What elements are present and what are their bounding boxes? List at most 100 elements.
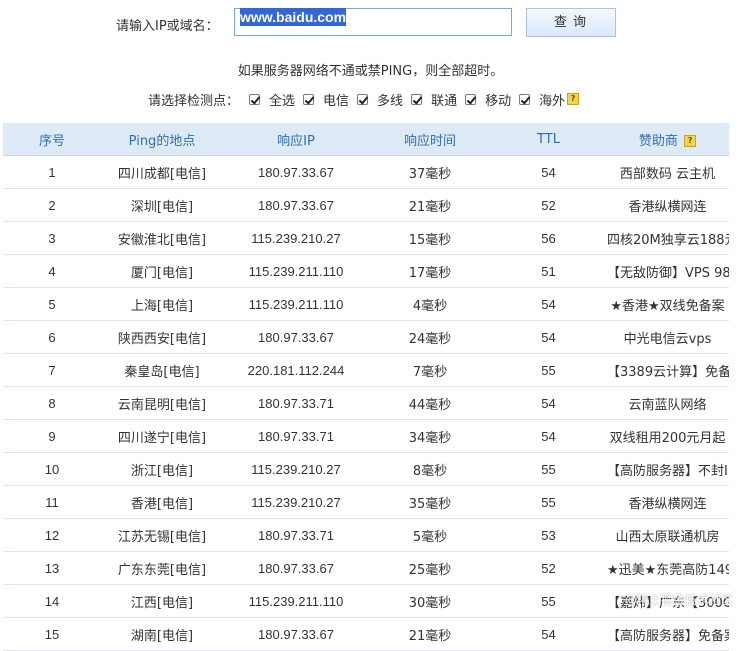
row-no: 8 [3, 386, 101, 420]
header-sponsor: 赞助商 ? [606, 123, 729, 156]
row-time: 4毫秒 [369, 287, 491, 321]
header-time: 响应时间 [369, 123, 491, 156]
node-option-overseas[interactable]: 海外 ? [519, 90, 580, 109]
header-sponsor-label: 赞助商 [638, 133, 678, 149]
row-ip: 220.181.112.244 [223, 353, 369, 387]
node-option-all[interactable]: 全选 [249, 90, 295, 109]
row-ip: 115.239.210.27 [223, 452, 369, 486]
row-ttl: 54 [491, 155, 606, 189]
ip-input-value: www.baidu.com [240, 8, 347, 26]
table-row: 14江西[电信]115.239.211.11030毫秒55【嘉炜】广东【300G… [3, 584, 729, 618]
row-ip: 180.97.33.71 [223, 518, 369, 552]
row-ttl: 55 [491, 485, 606, 519]
row-time: 15毫秒 [369, 221, 491, 255]
checkbox-checked-icon[interactable] [411, 93, 423, 105]
row-ttl: 51 [491, 254, 606, 288]
header-ip: 响应IP [223, 123, 369, 156]
row-location: 香港[电信] [101, 485, 223, 519]
row-sponsor-link[interactable]: ★迅美★东莞高防149 [606, 551, 729, 585]
row-time: 21毫秒 [369, 617, 491, 651]
row-ttl: 54 [491, 419, 606, 453]
help-icon[interactable]: ? [567, 93, 580, 105]
row-location: 江苏无锡[电信] [101, 518, 223, 552]
row-sponsor-link[interactable]: 香港纵横网连 [606, 485, 729, 519]
table-row: 6 陕西西安[电信] 180.97.33.67 24毫秒 54 中光电信云vps [3, 320, 729, 354]
row-sponsor-link[interactable]: 【高防服务器】免备案 [606, 617, 729, 651]
row-ip: 180.97.33.71 [223, 419, 369, 453]
row-sponsor-link[interactable]: 香港纵横网连 [606, 188, 729, 222]
row-sponsor-link[interactable]: 山西太原联通机房 [606, 518, 729, 552]
row-time: 35毫秒 [369, 485, 491, 519]
row-location: 浙江[电信] [101, 452, 223, 486]
row-no: 2 [3, 188, 101, 222]
query-button[interactable]: 查询 [526, 8, 616, 37]
row-ttl: 55 [491, 353, 606, 387]
row-sponsor-link[interactable]: ★香港★双线免备案 [606, 287, 729, 321]
header-no: 序号 [3, 123, 101, 156]
row-ttl: 52 [491, 551, 606, 585]
row-ip: 115.239.211.110 [223, 254, 369, 288]
row-ip: 180.97.33.67 [223, 551, 369, 585]
table-row: 11 香港[电信] 115.239.210.27 35毫秒 55 香港纵横网连 [3, 485, 729, 519]
row-ip: 115.239.210.27 [223, 221, 369, 255]
row-no: 13 [3, 551, 101, 585]
checkbox-checked-icon[interactable] [303, 93, 315, 105]
row-ttl: 56 [491, 221, 606, 255]
row-no: 1 [3, 155, 101, 189]
node-label-telecom: 电信 [323, 93, 350, 109]
node-option-multiline[interactable]: 多线 [357, 90, 403, 109]
table-row: 2 深圳[电信] 180.97.33.67 21毫秒 52 香港纵横网连 [3, 188, 729, 222]
row-time: 8毫秒 [369, 452, 491, 486]
notice-text: 如果服务器网络不通或禁PING，则全部超时。 [0, 60, 741, 79]
table-row: 4厦门[电信]115.239.211.11017毫秒51【无敌防御】VPS 98… [3, 254, 729, 288]
row-sponsor-link[interactable]: 云南蓝队网络 [606, 386, 729, 420]
row-no: 12 [3, 518, 101, 552]
row-ttl: 54 [491, 287, 606, 321]
row-location: 安徽淮北[电信] [101, 221, 223, 255]
nodes-label: 请选择检测点： [148, 93, 240, 109]
row-sponsor-link[interactable]: 【3389云计算】免备案 [606, 353, 729, 387]
row-no: 3 [3, 221, 101, 255]
row-ttl: 54 [491, 617, 606, 651]
row-ttl: 54 [491, 386, 606, 420]
row-sponsor-link[interactable]: 双线租用200元月起 [606, 419, 729, 453]
ip-input[interactable]: www.baidu.com [234, 8, 512, 36]
checkbox-checked-icon[interactable] [465, 93, 477, 105]
node-label-overseas: 海外 [539, 93, 566, 109]
help-icon[interactable]: ? [684, 135, 697, 147]
row-no: 7 [3, 353, 101, 387]
node-selector: 请选择检测点： 全选 电信 多线 联通 移动 海外 ? [148, 90, 587, 109]
node-option-unicom[interactable]: 联通 [411, 90, 457, 109]
row-location: 上海[电信] [101, 287, 223, 321]
row-no: 15 [3, 617, 101, 651]
row-sponsor-link[interactable]: 四核20M独享云188元 [606, 221, 729, 255]
node-option-telecom[interactable]: 电信 [303, 90, 349, 109]
notice-label: 如果服务器网络不通或禁PING，则全部超时。 [237, 64, 504, 79]
row-ip: 180.97.33.67 [223, 617, 369, 651]
row-sponsor-link[interactable]: 【高防服务器】不封IP [606, 452, 729, 486]
row-location: 云南昆明[电信] [101, 386, 223, 420]
checkbox-checked-icon[interactable] [249, 93, 261, 105]
table-row: 12 江苏无锡[电信] 180.97.33.71 5毫秒 53 山西太原联通机房 [3, 518, 729, 552]
row-sponsor-link[interactable]: 西部数码 云主机 [606, 155, 729, 189]
table-row: 10 浙江[电信] 115.239.210.27 8毫秒 55 【高防服务器】不封IP [3, 452, 729, 486]
row-location: 湖南[电信] [101, 617, 223, 651]
row-no: 5 [3, 287, 101, 321]
checkbox-checked-icon[interactable] [519, 93, 531, 105]
checkbox-checked-icon[interactable] [357, 93, 369, 105]
row-time: 25毫秒 [369, 551, 491, 585]
row-location: 四川成都[电信] [101, 155, 223, 189]
row-no: 4 [3, 254, 101, 288]
row-time: 5毫秒 [369, 518, 491, 552]
row-ip: 115.239.211.110 [223, 584, 369, 618]
row-no: 6 [3, 320, 101, 354]
row-time: 7毫秒 [369, 353, 491, 387]
row-sponsor-link[interactable]: 【无敌防御】VPS 98元 [606, 254, 729, 288]
row-location: 深圳[电信] [101, 188, 223, 222]
row-sponsor-link[interactable]: 中光电信云vps [606, 320, 729, 354]
row-sponsor-link[interactable]: 【嘉炜】广东【300G】 [606, 584, 729, 618]
node-option-mobile[interactable]: 移动 [465, 90, 511, 109]
query-form-row: 请输入IP或域名： www.baidu.com 查询 [0, 7, 741, 39]
table-row: 15 湖南[电信] 180.97.33.67 21毫秒 54 【高防服务器】免备案 [3, 617, 729, 651]
table-row: 8 云南昆明[电信] 180.97.33.71 44毫秒 54 云南蓝队网络 [3, 386, 729, 420]
